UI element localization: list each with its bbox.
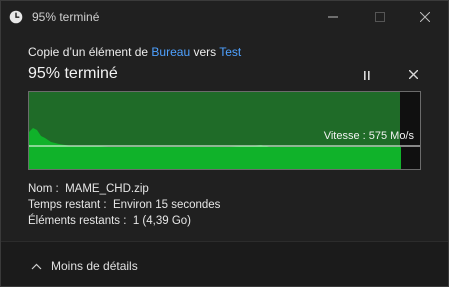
chevron-up-icon	[31, 263, 42, 269]
less-details-label: Moins de détails	[51, 259, 138, 273]
transfer-details: Nom : MAME_CHD.zip Temps restant : Envir…	[28, 181, 220, 229]
copy-prefix: Copie d’un élément de	[28, 45, 152, 59]
speed-label: Vitesse : 575 Mo/s	[323, 130, 414, 142]
pause-icon	[364, 70, 370, 80]
copy-middle: vers	[190, 45, 220, 59]
close-icon	[420, 12, 430, 22]
maximize-icon	[375, 12, 385, 22]
pause-button[interactable]	[359, 67, 375, 83]
minimize-button[interactable]	[322, 7, 344, 27]
name-value: MAME_CHD.zip	[65, 183, 149, 195]
items-value: 1 (4,39 Go)	[132, 215, 191, 227]
footer: Moins de détails	[1, 242, 448, 286]
source-folder-link[interactable]: Bureau	[151, 45, 190, 59]
destination-folder-link[interactable]: Test	[219, 45, 241, 59]
copy-progress-window: 95% terminé Copie d’un élément de Bureau…	[0, 0, 449, 287]
minimize-icon	[328, 16, 338, 18]
copy-description: Copie d’un élément de Bureau vers Test	[28, 45, 241, 59]
less-details-button[interactable]: Moins de détails	[31, 259, 138, 273]
window-title: 95% terminé	[32, 10, 100, 24]
transfer-speed-graph: Vitesse : 575 Mo/s	[28, 91, 421, 170]
detail-row-time: Temps restant : Environ 15 secondes	[28, 197, 220, 213]
name-label: Nom :	[28, 183, 59, 195]
cancel-button[interactable]	[405, 66, 421, 82]
items-label: Éléments restants :	[28, 215, 127, 227]
time-value: Environ 15 secondes	[113, 199, 221, 211]
time-label: Temps restant :	[28, 199, 107, 211]
maximize-button	[369, 7, 391, 27]
detail-row-items: Éléments restants : 1 (4,39 Go)	[28, 213, 220, 229]
title-bar[interactable]: 95% terminé	[1, 1, 448, 33]
detail-row-name: Nom : MAME_CHD.zip	[28, 181, 220, 197]
window-close-button[interactable]	[414, 7, 436, 27]
progress-heading: 95% terminé	[28, 65, 118, 82]
clock-icon	[9, 10, 23, 24]
close-icon	[408, 69, 418, 79]
